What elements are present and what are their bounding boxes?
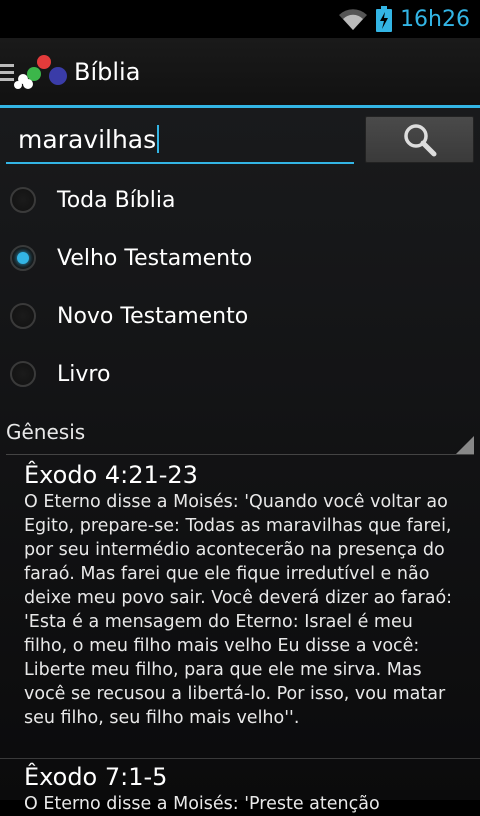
radio-label: Velho Testamento bbox=[57, 245, 253, 271]
book-spinner-value: Gênesis bbox=[6, 420, 86, 444]
divider bbox=[0, 758, 480, 759]
search-button[interactable] bbox=[365, 116, 474, 163]
status-bar: 16h26 bbox=[0, 0, 480, 38]
search-screen: maravilhas Toda Bíblia Velho Testamento … bbox=[0, 108, 480, 814]
radio-toda-biblia[interactable]: Toda Bíblia bbox=[0, 171, 480, 229]
battery-charging-icon bbox=[376, 6, 393, 32]
radio-velho-testamento[interactable]: Velho Testamento bbox=[0, 229, 480, 287]
radio-button-checked[interactable] bbox=[10, 245, 36, 271]
search-input-value: maravilhas bbox=[18, 124, 157, 154]
app-title: Bíblia bbox=[74, 58, 141, 86]
book-spinner[interactable]: Gênesis bbox=[6, 418, 474, 455]
result-text: O Eterno disse a Moisés: 'Quando você vo… bbox=[24, 492, 453, 728]
radio-button[interactable] bbox=[10, 187, 36, 213]
result-reference: Êxodo 7:1-5 bbox=[24, 763, 168, 791]
text-caret bbox=[157, 125, 160, 153]
search-icon bbox=[403, 123, 436, 156]
radio-novo-testamento[interactable]: Novo Testamento bbox=[0, 287, 480, 345]
result-reference: Êxodo 4:21-23 bbox=[24, 461, 198, 489]
list-item[interactable]: Êxodo 4:21-23 O Eterno disse a Moisés: '… bbox=[0, 460, 480, 730]
list-item[interactable]: Êxodo 7:1-5 O Eterno disse a Moisés: 'Pr… bbox=[0, 762, 480, 816]
app-logo-icon[interactable] bbox=[14, 52, 70, 94]
status-icons: 16h26 bbox=[338, 0, 470, 38]
radio-button[interactable] bbox=[10, 361, 36, 387]
radio-livro[interactable]: Livro bbox=[0, 345, 480, 403]
radio-label: Novo Testamento bbox=[57, 303, 249, 329]
result-text: O Eterno disse a Moisés: 'Preste atenção bbox=[24, 794, 380, 814]
status-clock: 16h26 bbox=[400, 6, 470, 32]
action-bar: Bíblia bbox=[0, 38, 480, 108]
radio-label: Livro bbox=[57, 361, 111, 387]
radio-label: Toda Bíblia bbox=[57, 187, 176, 213]
menu-icon[interactable] bbox=[0, 62, 14, 84]
radio-button[interactable] bbox=[10, 303, 36, 329]
spinner-arrow-icon bbox=[456, 436, 474, 454]
search-input[interactable]: maravilhas bbox=[6, 116, 354, 164]
wifi-icon bbox=[339, 9, 368, 30]
